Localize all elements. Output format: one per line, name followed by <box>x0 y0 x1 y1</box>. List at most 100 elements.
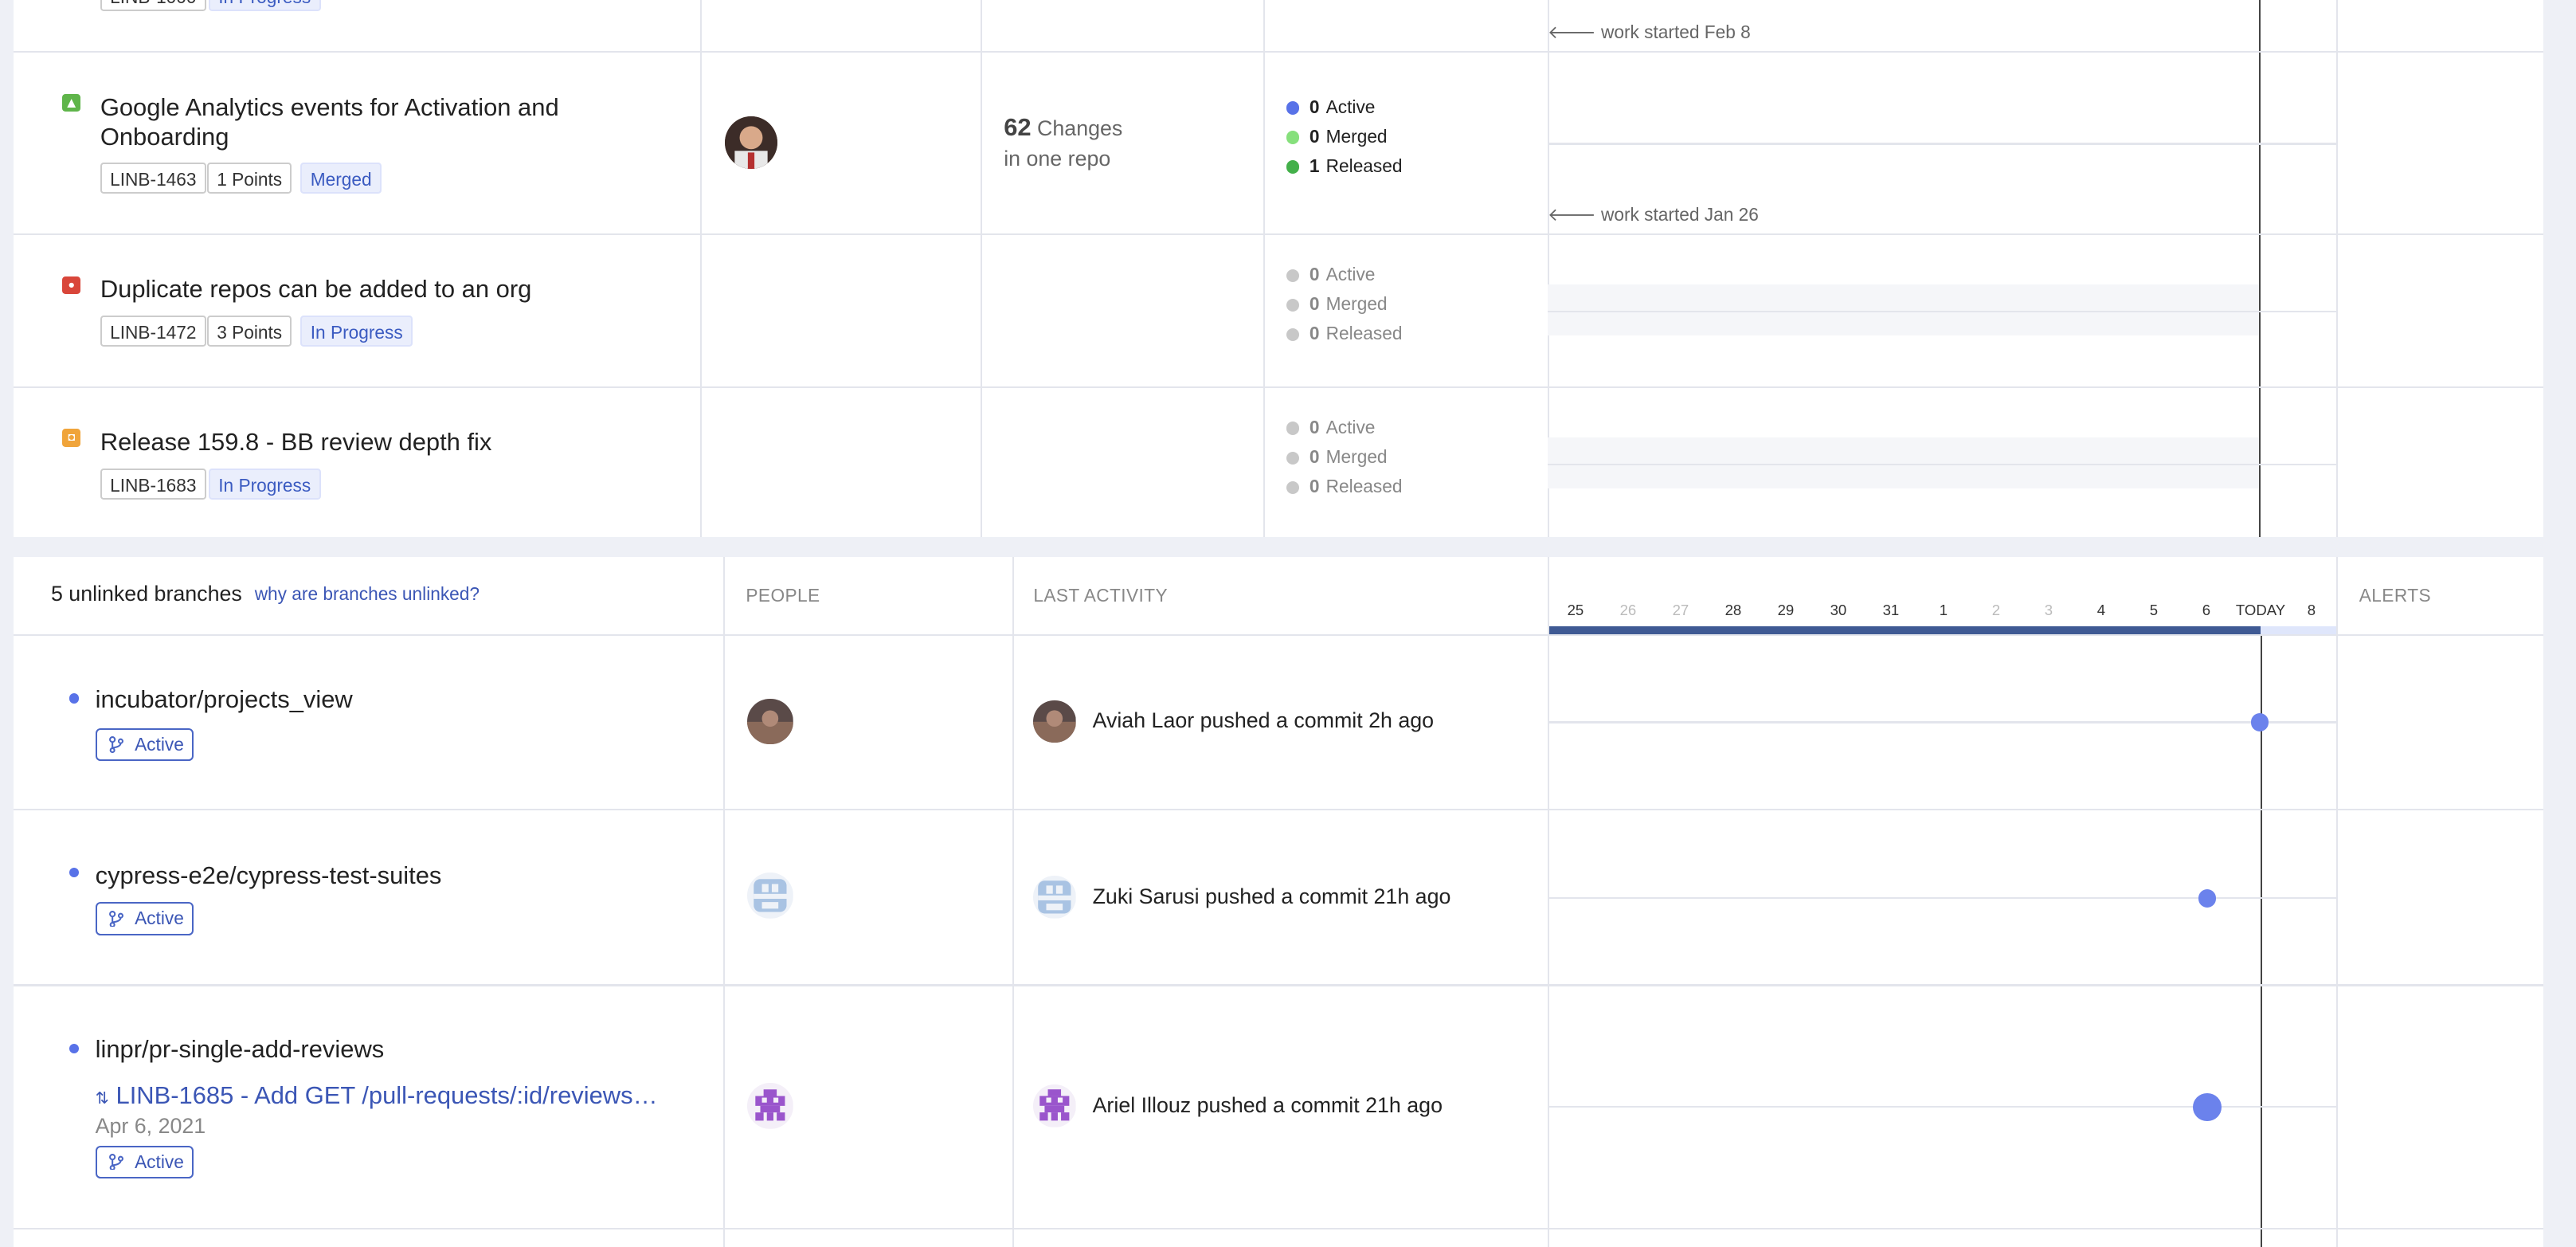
work-started-note: 🡐 work started Feb 8 <box>1547 21 1751 42</box>
task-icon: ◘ <box>62 429 81 447</box>
branch-status-dot <box>69 1043 79 1054</box>
branch-status-dot <box>69 693 79 704</box>
timeline-tick: 3 <box>2044 601 2053 618</box>
timeline-track <box>1547 143 2336 145</box>
timeline-tick: 25 <box>1567 601 1584 618</box>
activity-avatar <box>1033 1084 1076 1127</box>
changes-count: 62 Changes <box>1004 113 1123 142</box>
identicon-icon <box>747 873 794 919</box>
last-activity-text: Ariel Illouz pushed a commit 21h ago <box>1092 1092 1443 1117</box>
branch-active-badge[interactable]: Active <box>95 1145 194 1178</box>
last-activity-column-header[interactable]: LAST ACTIVITY <box>1033 585 1168 606</box>
timeline-tick: 30 <box>1830 601 1847 618</box>
why-unlinked-link[interactable]: why are branches unlinked? <box>255 583 480 605</box>
identicon-icon <box>747 1083 794 1129</box>
issue-key-tag: LINB-1472 <box>100 316 206 347</box>
col-divider <box>1547 557 1549 1247</box>
merged-count: 0 Merged <box>1286 292 1388 316</box>
person-photo-icon <box>724 116 777 170</box>
released-count: 0 Released <box>1286 322 1402 345</box>
git-branch-icon <box>109 1153 124 1171</box>
released-count: 1 Released <box>1286 155 1402 178</box>
issue-title[interactable]: Duplicate repos can be added to an org <box>100 274 532 304</box>
col-divider <box>699 0 702 538</box>
linked-pr[interactable]: ⇅ LINB-1685 - Add GET /pull-requests/:id… <box>96 1081 658 1110</box>
commit-marker[interactable] <box>2250 713 2269 731</box>
branch-name[interactable]: incubator/projects_view <box>96 685 353 714</box>
row-divider <box>13 233 2543 235</box>
issue-title[interactable]: Google Analytics events for Activation a… <box>100 92 559 151</box>
people-column-header[interactable]: PEOPLE <box>746 585 820 606</box>
row-divider <box>13 386 2543 388</box>
merged-count: 0 Merged <box>1286 125 1388 148</box>
unlinked-branches-count: 5 unlinked branches <box>50 582 242 606</box>
branch-active-badge[interactable]: Active <box>95 727 194 761</box>
row-divider <box>13 50 2543 53</box>
issue-title[interactable]: Release 159.8 - BB review depth fix <box>100 427 492 457</box>
today-line <box>2258 0 2261 538</box>
commit-marker[interactable] <box>2198 888 2217 908</box>
bug-icon: ● <box>62 276 81 295</box>
timeline-tick: 5 <box>2149 601 2159 618</box>
timeline-track <box>1547 897 2336 900</box>
active-count: 0 Active <box>1286 263 1375 286</box>
timeline-tick: 8 <box>2307 601 2316 618</box>
timeline-track <box>1547 721 2336 723</box>
timeline-shade <box>1547 437 2259 488</box>
person-photo-icon <box>1033 700 1076 743</box>
last-activity-text: Aviah Laor pushed a commit 2h ago <box>1092 708 1435 732</box>
person-avatar[interactable] <box>747 1083 794 1129</box>
branch-name[interactable]: linpr/pr-single-add-reviews <box>96 1035 385 1064</box>
col-divider <box>1263 0 1266 538</box>
timeline-track <box>1547 310 2336 312</box>
arrow-left-icon: 🡐 <box>1547 21 1596 42</box>
identicon-icon <box>1033 1084 1076 1127</box>
branch-name[interactable]: cypress-e2e/cypress-test-suites <box>96 861 442 890</box>
timeline-tick: 6 <box>2202 601 2211 618</box>
row-divider <box>13 984 2543 986</box>
git-branch-icon <box>109 735 124 753</box>
arrow-left-icon: 🡐 <box>1547 203 1596 225</box>
issue-key-tag: LINB-1683 <box>100 468 206 500</box>
timeline-tick: 31 <box>1882 601 1900 618</box>
issue-status-tag: In Progress <box>208 0 321 12</box>
person-avatar[interactable] <box>747 873 794 919</box>
issue-points-tag: 1 Points <box>206 163 292 194</box>
timeline-tick: 4 <box>2096 601 2106 618</box>
person-avatar[interactable] <box>747 698 794 745</box>
timeline-tick: 1 <box>1939 601 1948 618</box>
timeline-tick: 27 <box>1672 601 1689 618</box>
story-up-arrow-icon: ▲ <box>62 93 81 112</box>
changes-sub: in one repo <box>1004 146 1111 171</box>
last-activity-text: Zuki Sarusi pushed a commit 21h ago <box>1092 884 1451 908</box>
col-divider <box>981 0 983 538</box>
timeline-tick-today: TODAY <box>2235 601 2286 618</box>
col-divider <box>722 557 725 1247</box>
merged-count: 0 Merged <box>1286 445 1388 469</box>
commit-marker[interactable] <box>2193 1092 2222 1121</box>
issue-status-tag: In Progress <box>208 468 321 500</box>
timeline-shade <box>1547 284 2259 335</box>
col-divider <box>2335 0 2338 538</box>
issue-key-tag: LINB-1463 <box>100 163 206 194</box>
timeline-tick: 26 <box>1619 601 1637 618</box>
branch-active-badge[interactable]: Active <box>95 902 194 935</box>
row-divider <box>13 808 2543 810</box>
active-count: 0 Active <box>1286 96 1375 119</box>
alerts-column-header[interactable]: ALERTS <box>2359 585 2431 606</box>
timeline-track <box>1547 463 2336 465</box>
active-count: 0 Active <box>1286 416 1375 439</box>
col-divider <box>1012 557 1014 1247</box>
timeline-tick: 29 <box>1777 601 1795 618</box>
issue-status-tag: In Progress <box>300 316 413 347</box>
pull-request-icon: ⇅ <box>95 1089 109 1108</box>
assignee-avatar[interactable] <box>724 116 777 170</box>
timeline-tick: 2 <box>1991 601 2001 618</box>
identicon-icon <box>1033 876 1076 919</box>
row-divider <box>13 634 2543 637</box>
activity-avatar <box>1033 700 1076 743</box>
issue-key-tag: LINB-1000 <box>100 0 206 12</box>
person-photo-icon <box>747 698 794 745</box>
timeline-tick: 28 <box>1725 601 1742 618</box>
work-started-note: 🡐 work started Jan 26 <box>1547 203 1759 225</box>
